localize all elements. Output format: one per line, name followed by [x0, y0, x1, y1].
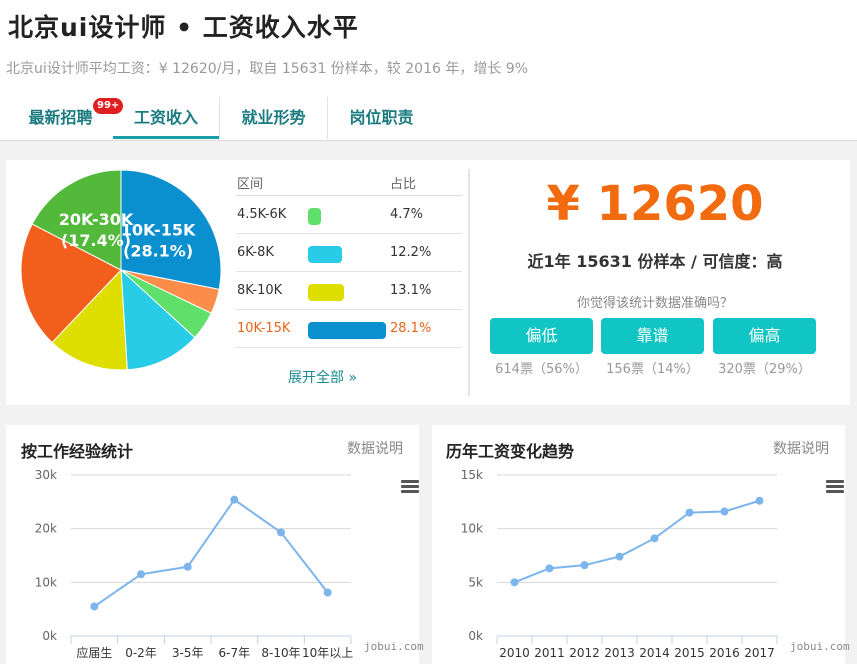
x-tick-label: 2014: [639, 646, 670, 660]
table-row: 10K-15K 28.1%: [236, 310, 462, 348]
x-tick-label: 2017: [744, 646, 775, 660]
x-tick-label: 6-7年: [219, 646, 251, 660]
series-line: [93, 498, 329, 608]
y-tick-label: 0k: [468, 629, 483, 643]
tab-employment[interactable]: 就业形势: [219, 97, 327, 139]
x-tick-label: 10年以上: [302, 646, 353, 660]
data-point[interactable]: [277, 528, 285, 537]
row-bar: [308, 284, 345, 301]
table-row: 6K-8K 12.2%: [236, 234, 462, 272]
y-tick-label: 5k: [468, 575, 483, 589]
vote-high-result: 320票（29%）: [718, 362, 811, 377]
vote-low-button[interactable]: 偏低: [490, 318, 593, 354]
x-tick-label: 2012: [569, 646, 600, 660]
trend-line-chart: 0k 5k 10k 15k 2010 2011 2012 2013 2014 2015 2016 20…: [461, 468, 778, 660]
data-point[interactable]: [137, 570, 145, 579]
y-tick-label: 10k: [35, 575, 57, 589]
x-tick-label: 2016: [709, 646, 740, 660]
vote-accurate-button[interactable]: 靠谱: [601, 318, 704, 354]
table-header: 区间 占比: [236, 168, 462, 196]
distribution-table: 区间 占比 4.5K-6K 4.7% 6K-8K 12.2% 8K-10K 13.1% 10…: [236, 168, 462, 348]
y-tick-label: 0k: [42, 629, 57, 643]
sample-info: 近1年 15631 份样本 / 可信度：高: [527, 252, 783, 271]
pie-slice-label: (28.1%): [123, 242, 193, 261]
row-bar: [308, 246, 342, 263]
row-range: 10K-15K: [237, 321, 291, 336]
tab-duties[interactable]: 岗位职责: [327, 97, 435, 139]
y-tick-label: 20k: [35, 522, 57, 536]
x-tick-label: 2011: [534, 646, 565, 660]
header-range: 区间: [237, 177, 264, 192]
row-range: 4.5K-6K: [237, 207, 287, 222]
salary-distribution-pie: 10K-15K (28.1%) 20K-30K (17.4%): [20, 169, 222, 371]
data-point[interactable]: [90, 602, 99, 611]
trend-chart-title: 历年工资变化趋势: [446, 442, 575, 461]
new-jobs-badge: 99+: [92, 97, 125, 115]
experience-line-chart: 0k 10k 20k 30k 应届生 0-2年 3-5年 6-7年 8-10年 10年以上: [35, 468, 354, 660]
experience-chart-title: 按工作经验统计: [21, 442, 134, 461]
x-tick-label: 2010: [499, 646, 530, 660]
expand-all-link[interactable]: 展开全部 »: [288, 367, 357, 387]
page-title: 北京ui设计师 • 工资收入水平: [8, 13, 359, 42]
page-subtitle: 北京ui设计师平均工资：¥ 12620/月，取自 15631 份样本，较 201…: [6, 61, 528, 77]
vote-low-result: 614票（56%）: [495, 362, 588, 377]
y-tick-label: 15k: [461, 468, 483, 482]
data-point[interactable]: [650, 534, 659, 543]
page-header: 北京ui设计师 • 工资收入水平 北京ui设计师平均工资：¥ 12620/月，取…: [0, 0, 857, 141]
data-point[interactable]: [230, 495, 239, 504]
data-point[interactable]: [510, 578, 519, 587]
data-point[interactable]: [183, 562, 192, 571]
table-row: 4.5K-6K 4.7%: [236, 196, 462, 234]
row-pct: 4.7%: [390, 207, 424, 222]
row-pct: 28.1%: [390, 321, 432, 336]
data-point[interactable]: [685, 508, 694, 517]
vote-accurate-result: 156票（14%）: [606, 362, 699, 377]
data-point[interactable]: [755, 496, 764, 505]
row-pct: 13.1%: [390, 283, 432, 298]
data-point[interactable]: [323, 588, 332, 597]
x-tick-label: 应届生: [76, 645, 112, 660]
average-salary: ¥ 12620: [546, 176, 764, 232]
x-tick-label: 2015: [674, 646, 705, 660]
experience-data-note-link[interactable]: 数据说明: [347, 438, 403, 458]
header-pct: 占比: [390, 177, 417, 192]
data-point[interactable]: [545, 564, 554, 573]
data-point[interactable]: [580, 561, 589, 570]
data-point[interactable]: [720, 507, 729, 516]
y-tick-label: 10k: [461, 522, 483, 536]
tab-bar: 最新招聘 工资收入 就业形势 岗位职责: [0, 97, 857, 141]
x-tick-label: 8-10年: [261, 646, 300, 660]
y-tick-label: 30k: [35, 468, 57, 482]
pie-slice-label: (17.4%): [61, 231, 131, 250]
accuracy-question: 你觉得该统计数据准确吗？: [576, 296, 733, 311]
trend-data-note-link[interactable]: 数据说明: [773, 438, 829, 458]
row-bar: [308, 322, 386, 339]
row-pct: 12.2%: [390, 245, 432, 260]
row-range: 8K-10K: [237, 283, 283, 298]
x-tick-label: 3-5年: [172, 646, 204, 660]
vote-high-button[interactable]: 偏高: [713, 318, 816, 354]
x-tick-label: 0-2年: [125, 646, 157, 660]
x-tick-label: 2013: [604, 646, 635, 660]
pie-slice-label: 20K-30K: [59, 210, 134, 229]
tab-salary[interactable]: 工资收入: [113, 97, 219, 139]
table-row: 8K-10K 13.1%: [236, 272, 462, 310]
row-range: 6K-8K: [237, 245, 274, 260]
data-point[interactable]: [615, 552, 624, 561]
row-bar: [308, 208, 322, 225]
